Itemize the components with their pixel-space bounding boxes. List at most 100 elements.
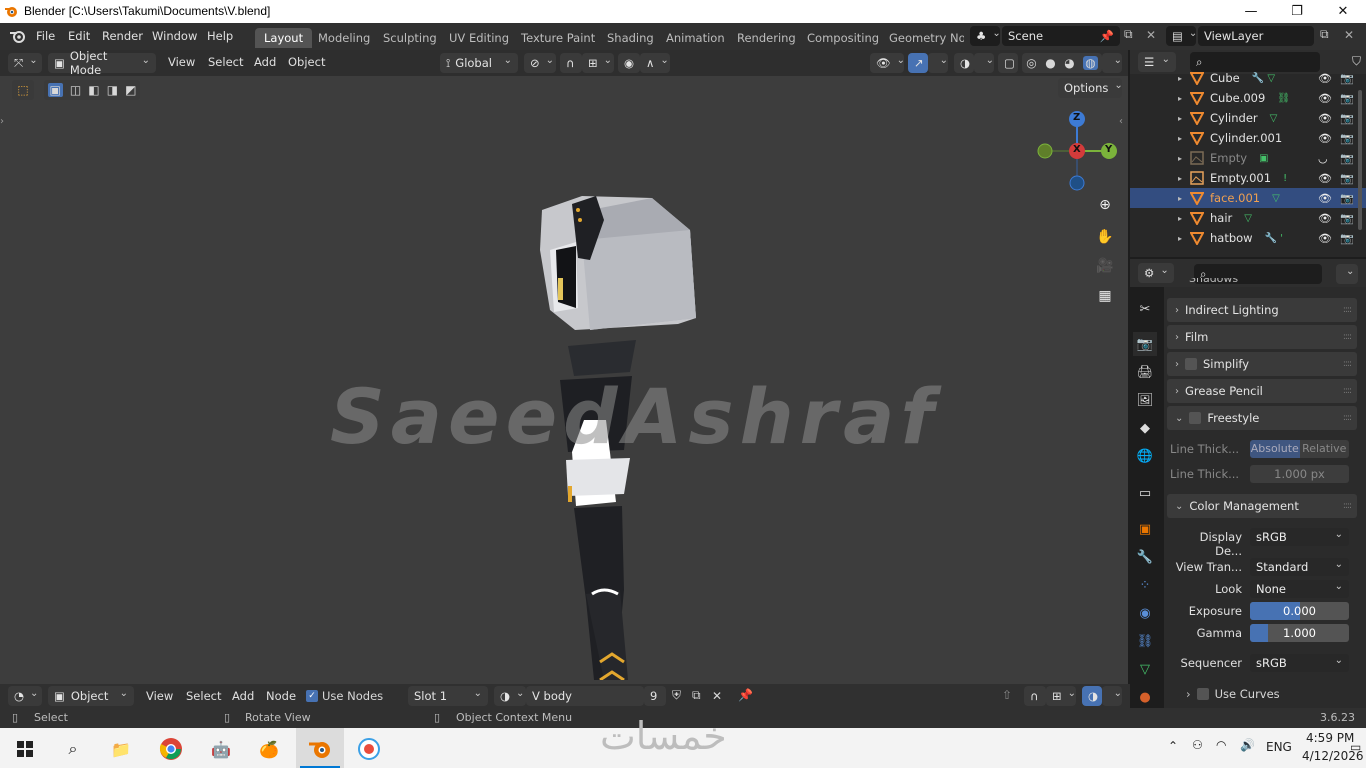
delete-scene-icon[interactable]: ✕ xyxy=(1146,28,1156,42)
select-intersect-icon[interactable]: ◩ xyxy=(125,83,136,97)
grease-pencil-panel[interactable]: › Grease Pencil:::: xyxy=(1167,379,1357,403)
visibility-eye-icon[interactable]: ◡ xyxy=(1318,152,1328,165)
drag-grip-icon[interactable]: :::: xyxy=(1343,359,1352,369)
krita-icon[interactable] xyxy=(354,734,384,764)
menu-file[interactable]: File xyxy=(36,29,55,43)
camera-view-icon[interactable]: 🎥 xyxy=(1094,255,1116,277)
color-management-panel[interactable]: ⌄ Color Management:::: xyxy=(1167,494,1357,518)
options-dropdown[interactable]: Options xyxy=(1058,78,1122,98)
select-subtract-icon[interactable]: ◧ xyxy=(88,83,99,97)
use-nodes-toggle[interactable]: ✓ Use Nodes xyxy=(306,689,383,703)
viewport-menu-view[interactable]: View xyxy=(168,55,195,69)
viewlayer-name-field[interactable]: ViewLayer xyxy=(1198,26,1314,46)
gamma-slider[interactable]: 1.000 xyxy=(1250,624,1349,642)
snap-toggle[interactable]: ∩ xyxy=(560,53,582,73)
node-snap-dropdown[interactable]: ⊞ xyxy=(1046,686,1076,706)
viewport-menu-object[interactable]: Object xyxy=(288,55,325,69)
godot-icon[interactable]: 🤖 xyxy=(206,734,236,764)
outliner-item-data-icon[interactable]: ▣ xyxy=(1259,153,1268,164)
filter-icon[interactable]: ⛉ xyxy=(1352,54,1361,69)
chrome-icon[interactable] xyxy=(156,734,186,764)
taskbar-clock-time[interactable]: 4:59 PM xyxy=(1306,731,1354,745)
view-transform-dropdown[interactable]: Standard xyxy=(1250,558,1349,576)
close-window-button[interactable]: ✕ xyxy=(1320,0,1366,23)
disclosure-triangle-icon[interactable]: ▸ xyxy=(1178,194,1186,203)
render-camera-icon[interactable]: 📷 xyxy=(1340,92,1354,105)
chevron-up-icon[interactable]: ⌃ xyxy=(1168,739,1178,753)
node-overlay-dropdown[interactable] xyxy=(1102,686,1122,706)
outliner-item-data-icon[interactable]: ▽ xyxy=(1270,113,1278,124)
node-snap-toggle[interactable]: ∩ xyxy=(1024,686,1046,706)
freestyle-panel[interactable]: ⌄ Freestyle:::: xyxy=(1167,406,1357,430)
indirect-lighting-panel[interactable]: › Indirect Lighting:::: xyxy=(1167,298,1357,322)
shading-options-dropdown[interactable] xyxy=(1102,53,1122,73)
language-indicator[interactable]: ENG xyxy=(1266,740,1292,754)
disclosure-triangle-icon[interactable]: ▸ xyxy=(1178,154,1186,163)
use-curves-checkbox[interactable] xyxy=(1196,688,1209,700)
menu-window[interactable]: Window xyxy=(152,29,197,43)
disclosure-triangle-icon[interactable]: ▸ xyxy=(1178,94,1186,103)
node-menu-select[interactable]: Select xyxy=(186,689,221,703)
output-tab-icon[interactable]: 🖨 xyxy=(1133,360,1157,384)
rendered-shading-icon[interactable]: ◍ xyxy=(1083,56,1098,70)
shadows-panel-partial[interactable]: Shadows xyxy=(1167,278,1357,288)
new-viewlayer-icon[interactable]: ⧉ xyxy=(1320,27,1329,42)
visibility-eye-icon[interactable]: 👁 xyxy=(1318,232,1332,245)
visibility-eye-icon[interactable]: 👁 xyxy=(1318,212,1332,225)
simplify-panel[interactable]: › Simplify:::: xyxy=(1167,352,1357,376)
render-camera-icon[interactable]: 📷 xyxy=(1340,172,1354,185)
absolute-mode-option[interactable]: Absolute xyxy=(1250,440,1300,458)
orientation-dropdown[interactable]: ⟟ Global xyxy=(440,53,518,73)
tool-tab-icon[interactable]: ✂ xyxy=(1133,297,1157,321)
disclosure-triangle-icon[interactable]: ▸ xyxy=(1178,134,1186,143)
falloff-dropdown[interactable]: ∧ xyxy=(640,53,670,73)
delete-viewlayer-icon[interactable]: ✕ xyxy=(1344,28,1354,42)
outliner-row[interactable]: ▸ Empty.001! 👁 📷 xyxy=(1130,168,1366,188)
toolbar-expand-icon[interactable]: › xyxy=(0,116,4,127)
drag-grip-icon[interactable]: :::: xyxy=(1343,305,1352,315)
collection-tab-icon[interactable]: ▭ xyxy=(1133,481,1157,505)
data-tab-icon[interactable]: ▽ xyxy=(1133,657,1157,681)
visibility-dropdown[interactable]: 👁 xyxy=(870,53,904,73)
tab-compositing[interactable]: Compositing xyxy=(798,28,888,48)
outliner-item-data-icon[interactable]: ▽ xyxy=(1244,213,1252,224)
freestyle-checkbox[interactable] xyxy=(1189,412,1202,424)
render-camera-icon[interactable]: 📷 xyxy=(1340,112,1354,125)
overlay-dropdown[interactable] xyxy=(974,53,994,73)
simplify-checkbox[interactable] xyxy=(1185,358,1197,370)
parent-node-tree-icon[interactable]: ⇧ xyxy=(1002,688,1012,702)
disclosure-triangle-icon[interactable]: ▸ xyxy=(1178,214,1186,223)
material-shading-icon[interactable]: ◕ xyxy=(1064,56,1074,70)
object-tab-icon[interactable]: ▣ xyxy=(1133,517,1157,541)
render-camera-icon[interactable]: 📷 xyxy=(1340,72,1354,85)
sequencer-dropdown[interactable]: sRGB xyxy=(1250,654,1349,672)
tab-uv-editing[interactable]: UV Editing xyxy=(440,28,518,48)
disclosure-triangle-icon[interactable]: ▸ xyxy=(1178,74,1186,83)
visibility-eye-icon[interactable]: 👁 xyxy=(1318,172,1332,185)
menu-render[interactable]: Render xyxy=(102,29,143,43)
file-explorer-icon[interactable]: 📁 xyxy=(106,734,136,764)
outliner-item-data-icon[interactable]: ⛓ xyxy=(1277,93,1290,104)
tab-animation[interactable]: Animation xyxy=(657,28,734,48)
network-icon[interactable]: ⚇ xyxy=(1192,738,1203,752)
new-scene-icon[interactable]: ⧉ xyxy=(1124,27,1133,42)
menu-edit[interactable]: Edit xyxy=(68,29,90,43)
outliner-row[interactable]: ▸ face.001 ▽ 👁 📷 xyxy=(1130,188,1366,208)
mode-dropdown[interactable]: ▣ Object Mode xyxy=(48,50,156,77)
film-panel[interactable]: › Film:::: xyxy=(1167,325,1357,349)
node-overlay-toggle[interactable]: ◑ xyxy=(1082,686,1102,706)
visibility-eye-icon[interactable]: 👁 xyxy=(1318,72,1332,85)
blender-menu-icon[interactable] xyxy=(9,28,27,44)
use-curves-subpanel[interactable]: › Use Curves xyxy=(1186,686,1280,702)
scene-tab-icon[interactable]: ◆ xyxy=(1133,416,1157,440)
visibility-eye-icon[interactable]: 👁 xyxy=(1318,112,1332,125)
material-tab-icon[interactable]: ● xyxy=(1133,685,1157,709)
gizmo-toggle[interactable]: ↗ xyxy=(908,53,928,73)
perspective-grid-icon[interactable]: ▦ xyxy=(1094,285,1116,307)
viewport-menu-add[interactable]: Add xyxy=(254,55,276,69)
pivot-dropdown[interactable]: ⊘ xyxy=(524,53,556,73)
select-extend-icon[interactable]: ◫ xyxy=(70,83,81,97)
render-camera-icon[interactable]: 📷 xyxy=(1340,192,1354,205)
node-menu-add[interactable]: Add xyxy=(232,689,254,703)
tab-texture-paint[interactable]: Texture Paint xyxy=(512,28,604,48)
